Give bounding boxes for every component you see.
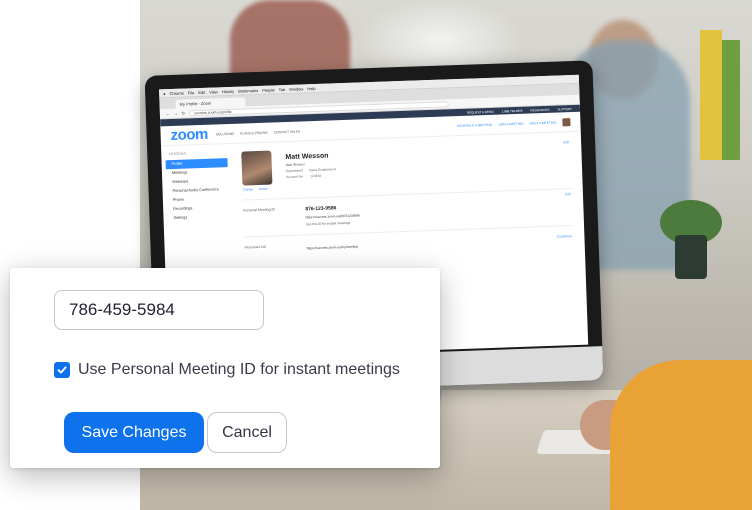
zoom-logo: zoom [170, 125, 209, 145]
profile-photo [241, 150, 273, 186]
menu-item: Chrome [169, 90, 184, 96]
personal-link-label: Personal Link [244, 244, 266, 250]
change-photo-link: Change [242, 187, 254, 192]
pmi-check-text: Use this ID for instant meetings [305, 220, 351, 227]
plant-pot [675, 235, 707, 279]
profile-edit-link: Edit [563, 140, 570, 145]
personal-link-url: https://success.zoom.us/my/meeting [306, 244, 359, 251]
checkmark-icon [57, 366, 67, 374]
nav-link: SOLUTIONS [215, 131, 235, 136]
shelf-book [700, 30, 722, 160]
top-link: RESOURCES [530, 107, 550, 112]
nav-link: PLANS & PRICING [240, 130, 268, 136]
menu-item: File [187, 89, 195, 95]
menu-item: View [209, 88, 218, 95]
menu-item: Edit [198, 89, 206, 95]
nav-link: JOIN A MEETING [498, 121, 524, 127]
menu-item: Help [307, 85, 316, 91]
delete-photo-link: Delete [259, 186, 268, 191]
pmi-label: Personal Meeting ID [243, 207, 276, 213]
menu-item: History [221, 88, 235, 94]
menu-item: Tab [278, 86, 286, 92]
sidebar-item-settings: Settings [173, 215, 188, 220]
use-pmi-checkbox[interactable] [54, 362, 70, 378]
nav-link: SCHEDULE A MEETING [456, 122, 493, 128]
forward-arrow-icon: → [173, 110, 178, 116]
back-arrow-icon: ← [165, 111, 170, 117]
account-value: 123456 [310, 173, 322, 179]
personal-link-customize: Customize [556, 234, 573, 239]
profile-subname: Matt Wesson [285, 162, 305, 168]
background-person [230, 0, 350, 80]
apple-icon: ● [163, 90, 166, 96]
use-pmi-label: Use Personal Meeting ID for instant meet… [78, 361, 400, 378]
nav-link: CONTACT SALES [273, 129, 301, 134]
account-label: Account No. [286, 174, 305, 180]
nav-link: HOST A MEETING [529, 120, 557, 126]
save-changes-button[interactable]: Save Changes [64, 412, 204, 453]
pmi-number: 876-123-9586 [305, 205, 337, 213]
avatar [562, 117, 571, 126]
top-link: SUPPORT [557, 106, 573, 112]
arm-sleeve [610, 360, 752, 510]
cancel-button[interactable]: Cancel [207, 412, 287, 453]
sidebar-heading: PERSONAL [169, 151, 188, 157]
pmi-edit-link: Edit [565, 192, 572, 197]
reload-icon: ↻ [181, 110, 186, 116]
top-link: REQUEST A DEMO [466, 109, 494, 115]
department-label: Department [285, 168, 304, 174]
department-value: Sales Enablement [309, 167, 336, 173]
profile-name: Matt Wesson [285, 152, 329, 162]
instant-meeting-option: Use Personal Meeting ID for instant meet… [54, 361, 400, 379]
menu-item: Bookmarks [238, 87, 259, 94]
pmi-input[interactable] [54, 290, 264, 330]
shelf-book [722, 40, 740, 160]
pmi-link: https://success.zoom.us/j/8761239586 [305, 213, 360, 220]
menu-item: Window [289, 85, 304, 92]
top-link: 1.888.799.9666 [501, 108, 523, 113]
menu-item: People [262, 86, 275, 93]
pmi-edit-card: Use Personal Meeting ID for instant meet… [10, 268, 440, 468]
